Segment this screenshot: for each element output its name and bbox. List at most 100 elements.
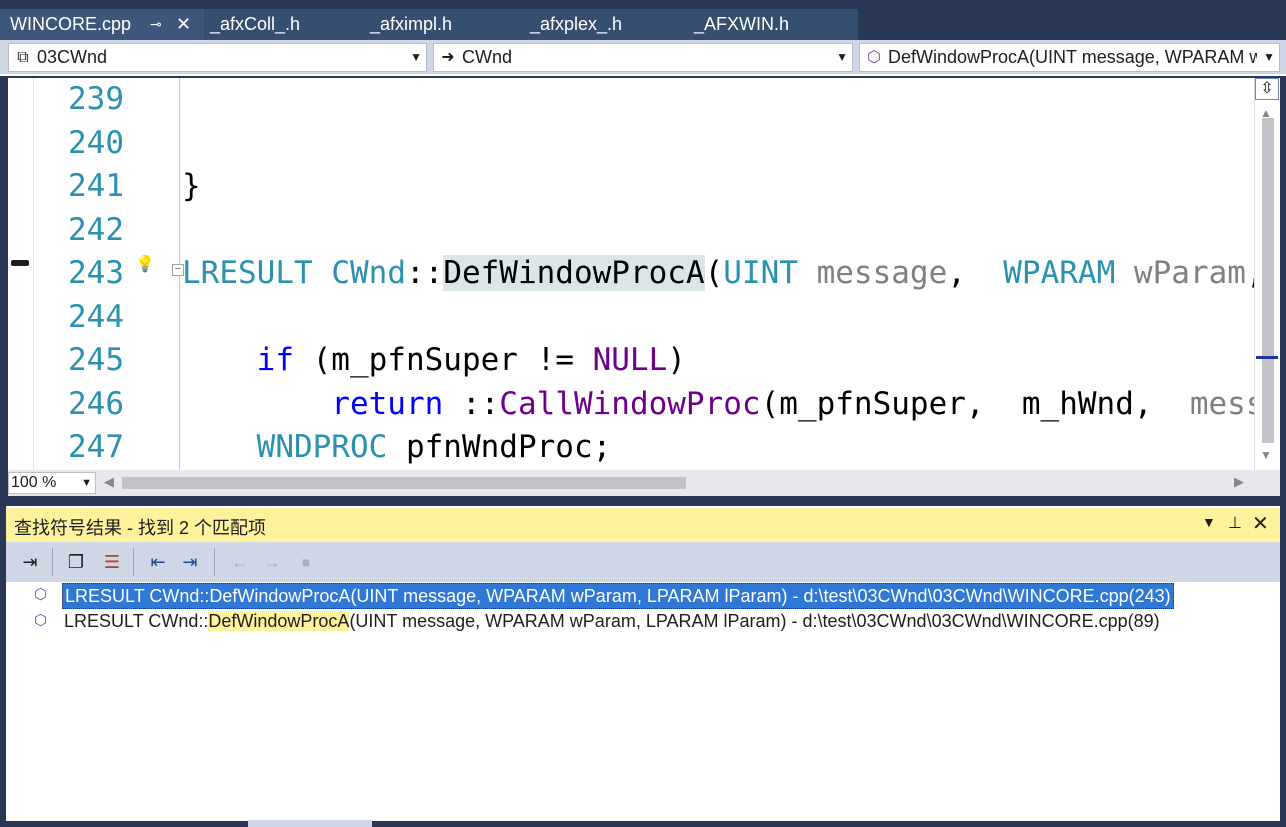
project-icon: ⧉ — [17, 49, 29, 66]
toolbar-separator — [214, 548, 215, 576]
line-number: 244 — [68, 298, 124, 335]
tab-afxwin-h[interactable]: _AFXWIN.h — [694, 9, 844, 40]
chevron-down-icon: ▼ — [81, 477, 92, 489]
tab-afxcoll-h[interactable]: _afxColl_.h — [210, 9, 360, 40]
code-token: UINT — [723, 255, 798, 291]
chevron-down-icon: ▼ — [410, 50, 422, 64]
code-token: if — [256, 342, 294, 378]
code-editor[interactable]: 239 240 241} 242 243 LRESULT CWnd::DefWindowP… — [8, 78, 1254, 470]
code-token: message — [816, 255, 948, 291]
pin-icon[interactable]: ⊥ — [1228, 513, 1242, 533]
tab-afximpl-h[interactable]: _afximpl.h — [370, 9, 520, 40]
line-number: 239 — [68, 81, 124, 117]
panel-title: 查找符号结果 - 找到 2 个匹配项 — [14, 518, 267, 538]
code-line[interactable]: 247 WNDPROC pfnWndProc; — [34, 426, 1254, 469]
scroll-left-icon[interactable]: ◀ — [104, 474, 114, 490]
line-number: 240 — [68, 124, 124, 161]
indicator-margin[interactable] — [8, 78, 34, 470]
arrow-icon: ➜ — [441, 49, 455, 66]
method-icon: ⬡ — [34, 612, 48, 629]
lightbulb-icon[interactable]: 💡 — [135, 254, 155, 274]
code-token: (m_pfnSuper != — [293, 342, 593, 378]
result-text: LRESULT CWnd::DefWindowProcA(UINT messag… — [64, 611, 1160, 631]
code-line[interactable]: 240 — [34, 122, 1254, 165]
result-row[interactable]: ⬡ LRESULT CWnd::DefWindowProcA(UINT mess… — [6, 609, 1280, 633]
project-dropdown[interactable]: ⧉ 03CWnd ▼ — [8, 43, 427, 72]
code-text: WNDPROC pfnWndProc; — [182, 426, 612, 469]
close-icon[interactable]: ✕ — [1252, 511, 1269, 536]
ide-window: WINCORE.cpp ⊸ ✕ _afxColl_.h _afximpl.h _… — [0, 0, 1286, 827]
code-line[interactable]: 243 LRESULT CWnd::DefWindowProcA(UINT mes… — [34, 252, 1254, 295]
stop-icon[interactable]: ■ — [292, 548, 320, 576]
next-location-icon[interactable]: ⇥ — [176, 548, 204, 576]
close-icon[interactable]: ✕ — [176, 9, 191, 40]
result-text: LRESULT CWnd::DefWindowProcA(UINT messag… — [62, 583, 1174, 609]
chevron-down-icon: ▼ — [836, 50, 848, 64]
collapse-icon[interactable]: − — [172, 264, 184, 276]
tab-label: _AFXWIN.h — [694, 14, 790, 34]
project-label: 03CWnd — [37, 47, 108, 67]
member-dropdown[interactable]: ⬡ DefWindowProcA(UINT message, WPARAM wP… — [859, 43, 1280, 72]
code-line[interactable]: 241} — [34, 165, 1254, 208]
member-label: DefWindowProcA(UINT message, WPARAM wPar… — [888, 47, 1257, 67]
method-icon: ⬡ — [867, 49, 881, 66]
tab-label: _afxColl_.h — [210, 14, 301, 34]
tab-label: _afxplex_.h — [530, 14, 623, 34]
code-token: :: — [405, 255, 444, 291]
code-text: } — [182, 165, 201, 208]
code-token: WPARAM — [1003, 255, 1116, 291]
method-icon: ⬡ — [34, 586, 48, 603]
code-line[interactable]: 239 — [34, 78, 1254, 121]
line-number: 242 — [68, 211, 124, 248]
code-line[interactable]: 242 — [34, 209, 1254, 252]
code-line[interactable]: 244 — [34, 296, 1254, 339]
code-token: ( — [704, 255, 724, 291]
code-token: message — [1189, 385, 1254, 422]
previous-location-icon[interactable]: ⇤ — [144, 548, 172, 576]
pin-icon[interactable]: ⊸ — [150, 9, 162, 40]
forward-icon[interactable]: → — [258, 548, 286, 576]
code-token: LRESULT — [182, 255, 313, 291]
tab-afxplex-h[interactable]: _afxplex_.h — [530, 9, 680, 40]
code-text: return ::CallWindowProc(m_pfnSuper, m_hW… — [182, 383, 1254, 426]
back-icon[interactable]: ← — [226, 548, 254, 576]
scope-dropdown[interactable]: ➜ CWnd ▼ — [433, 43, 853, 72]
code-token: } — [182, 168, 201, 204]
zoom-dropdown[interactable]: 100 % ▼ — [8, 472, 96, 494]
zoom-value: 100 % — [11, 474, 57, 491]
line-number: 241 — [68, 168, 124, 204]
go-to-definition-icon[interactable]: ⇥ — [16, 548, 44, 576]
horizontal-scroll-thumb[interactable] — [122, 477, 686, 489]
current-line-indicator — [11, 260, 29, 266]
code-line[interactable]: 245 if (m_pfnSuper != NULL) — [34, 339, 1254, 382]
clear-all-icon[interactable]: ☰ — [98, 548, 126, 576]
line-number: 247 — [68, 429, 124, 465]
tab-label: _afximpl.h — [370, 14, 453, 34]
split-window-icon[interactable]: ⇳ — [1255, 78, 1279, 100]
bottom-panel-tab[interactable] — [248, 820, 372, 827]
result-row[interactable]: ⬡ LRESULT CWnd::DefWindowProcA(UINT mess… — [6, 583, 1280, 609]
code-token: NULL — [592, 342, 668, 378]
code-token: , — [947, 255, 1004, 291]
navigation-bar: ⧉ 03CWnd ▼ ➜ CWnd ▼ ⬡ DefWindowProcA(UIN… — [0, 40, 1286, 76]
scroll-down-icon[interactable]: ▼ — [1260, 448, 1272, 462]
tab-wincore-cpp-content[interactable]: WINCORE.cpp ⊸ ✕ — [0, 9, 204, 40]
line-number: 245 — [68, 342, 124, 378]
code-token: return — [331, 385, 444, 422]
code-token: DefWindowProcA — [443, 255, 705, 291]
code-token: (m_pfnSuper, m_hWnd, — [760, 385, 1190, 422]
code-text: LRESULT CWnd::DefWindowProcA(UINT messag… — [182, 252, 1254, 295]
code-token: ) — [667, 342, 686, 378]
dropdown-menu-icon[interactable]: ▼ — [1202, 514, 1216, 530]
code-token: pfnWndProc; — [387, 429, 612, 465]
scope-label: CWnd — [462, 47, 513, 67]
copy-icon[interactable]: ❐ — [62, 548, 90, 576]
scroll-right-icon[interactable]: ▶ — [1234, 474, 1244, 490]
status-strip — [0, 821, 1286, 827]
vertical-scroll-thumb[interactable] — [1262, 118, 1274, 443]
code-line[interactable]: 246 return ::CallWindowProc(m_pfnSuper, … — [34, 383, 1254, 426]
